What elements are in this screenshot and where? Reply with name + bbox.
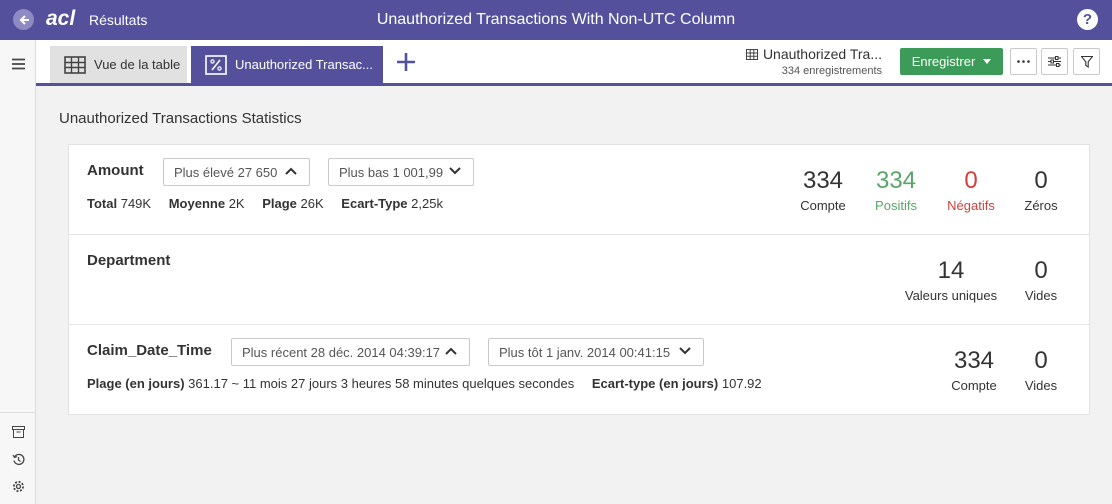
stat-stddev: Ecart-Type 2,25k bbox=[341, 196, 443, 211]
left-rail bbox=[0, 40, 36, 504]
tab-statistics[interactable]: Unauthorized Transac... bbox=[191, 46, 383, 83]
sliders-icon bbox=[1048, 56, 1061, 67]
stat-stddev-days: Ecart-type (en jours) 107.92 bbox=[591, 376, 762, 391]
acl-logo-icon: acl bbox=[46, 7, 76, 30]
chevron-up-icon bbox=[285, 167, 297, 175]
more-options-button[interactable] bbox=[1010, 48, 1037, 75]
stat-total: Total 749K bbox=[87, 196, 152, 211]
dropdown-label: Plus récent 28 déc. 2014 04:39:17 bbox=[242, 344, 441, 360]
tab-strip: Vue de la table Unauthorized Transac... … bbox=[36, 40, 1112, 86]
back-button[interactable] bbox=[13, 9, 34, 30]
stats-summary: Total 749K Moyenne 2K Plage 26K Ecart-Ty… bbox=[87, 196, 457, 211]
chevron-down-icon bbox=[679, 347, 691, 355]
column-stats-amount: Amount Plus élevé 27 650 Plus bas 1 001,… bbox=[69, 145, 1089, 235]
save-button[interactable]: Enregistrer bbox=[900, 48, 1003, 75]
dataset-name[interactable]: Unauthorized Tra... bbox=[763, 46, 882, 62]
metric-zeros: 0 Zéros bbox=[1024, 167, 1058, 214]
tab-table-view[interactable]: Vue de la table bbox=[50, 46, 187, 83]
most-recent-dropdown[interactable]: Plus récent 28 déc. 2014 04:39:17 bbox=[231, 338, 470, 366]
table-icon bbox=[745, 48, 758, 60]
plus-icon bbox=[397, 53, 415, 71]
help-button[interactable]: ? bbox=[1077, 9, 1098, 30]
save-label: Enregistrer bbox=[911, 54, 976, 69]
breadcrumb[interactable]: Résultats bbox=[89, 12, 147, 28]
settings-sliders-button[interactable] bbox=[1041, 48, 1068, 75]
metric-count: 334 Compte bbox=[951, 347, 997, 394]
highest-value-dropdown[interactable]: Plus élevé 27 650 bbox=[163, 158, 310, 186]
filter-icon bbox=[1080, 55, 1093, 68]
metric-negative: 0 Négatifs bbox=[947, 167, 995, 214]
archive-icon[interactable] bbox=[10, 424, 26, 440]
stats-summary: Plage (en jours) 361.17 ~ 11 mois 27 jou… bbox=[87, 376, 776, 391]
column-stats-department: Department 14 Valeurs uniques 0 Vides bbox=[69, 235, 1089, 325]
metric-unique-values: 14 Valeurs uniques bbox=[904, 257, 998, 304]
earliest-dropdown[interactable]: Plus tôt 1 janv. 2014 00:41:15 bbox=[488, 338, 704, 366]
dataset-info: Unauthorized Tra... 334 enregistrements bbox=[734, 46, 882, 77]
dropdown-label: Plus bas 1 001,99 bbox=[339, 164, 444, 180]
history-icon[interactable] bbox=[10, 451, 26, 467]
top-bar: acl Résultats Unauthorized Transactions … bbox=[0, 0, 1112, 40]
section-title: Unauthorized Transactions Statistics bbox=[59, 110, 302, 127]
column-stats-claim-date-time: Claim_Date_Time Plus récent 28 déc. 2014… bbox=[69, 325, 1089, 415]
table-icon bbox=[64, 55, 86, 74]
page-title: Unauthorized Transactions With Non-UTC C… bbox=[376, 11, 736, 28]
stat-range: Plage 26K bbox=[262, 196, 324, 211]
metric-count: 334 Compte bbox=[800, 167, 846, 214]
chevron-down-icon bbox=[449, 167, 461, 175]
metric-empty: 0 Vides bbox=[1024, 257, 1058, 304]
rail-divider bbox=[0, 412, 36, 413]
lowest-value-dropdown[interactable]: Plus bas 1 001,99 bbox=[328, 158, 474, 186]
svg-text:acl: acl bbox=[46, 7, 76, 30]
chevron-up-icon bbox=[445, 347, 457, 355]
stat-range-days: Plage (en jours) 361.17 ~ 11 mois 27 jou… bbox=[87, 376, 575, 391]
add-tab-button[interactable] bbox=[394, 50, 418, 74]
help-icon: ? bbox=[1082, 11, 1093, 28]
dropdown-label: Plus tôt 1 janv. 2014 00:41:15 bbox=[499, 344, 671, 360]
arrow-left-icon bbox=[19, 14, 29, 25]
column-name: Department bbox=[87, 252, 171, 269]
percent-icon bbox=[205, 54, 227, 75]
column-name: Amount bbox=[87, 162, 144, 179]
tab-label: Vue de la table bbox=[94, 57, 181, 72]
metric-positive: 334 Positifs bbox=[875, 167, 917, 214]
statistics-card: Amount Plus élevé 27 650 Plus bas 1 001,… bbox=[68, 144, 1090, 415]
stat-mean: Moyenne 2K bbox=[168, 196, 245, 211]
ellipsis-icon bbox=[1017, 60, 1030, 63]
filter-button[interactable] bbox=[1073, 48, 1100, 75]
caret-down-icon bbox=[983, 59, 992, 64]
menu-icon[interactable] bbox=[10, 56, 26, 72]
dropdown-label: Plus élevé 27 650 bbox=[174, 164, 278, 180]
column-name: Claim_Date_Time bbox=[87, 342, 212, 359]
record-count: 334 enregistrements bbox=[781, 65, 882, 77]
metric-empty: 0 Vides bbox=[1024, 347, 1058, 394]
gear-icon[interactable] bbox=[10, 478, 26, 494]
tab-label: Unauthorized Transac... bbox=[235, 57, 374, 72]
